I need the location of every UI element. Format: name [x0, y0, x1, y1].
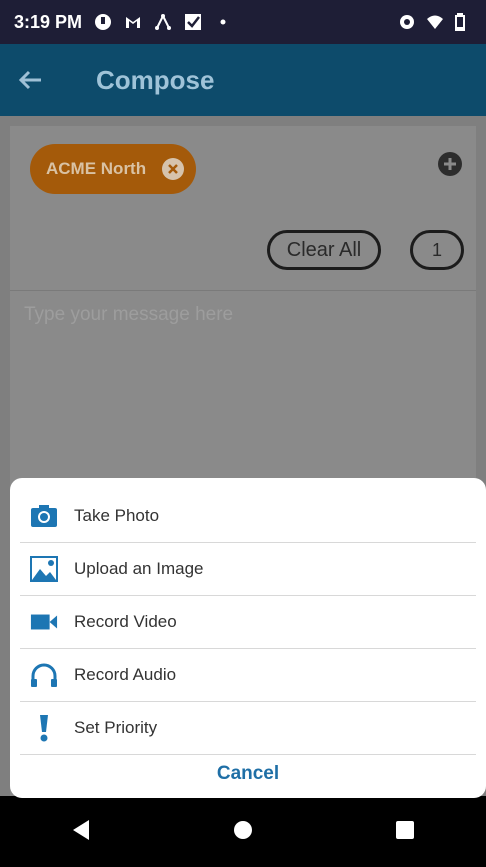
message-input[interactable]: Type your message here — [24, 304, 462, 334]
app-notification-icon — [94, 13, 112, 31]
exclamation-icon — [30, 714, 58, 742]
arrow-left-icon — [18, 70, 41, 90]
image-icon — [30, 555, 58, 583]
status-right — [398, 13, 472, 31]
app-bar: Compose — [0, 44, 486, 116]
headphones-icon — [30, 661, 58, 689]
plus-icon — [444, 158, 456, 170]
video-icon — [30, 608, 58, 636]
set-priority-label: Set Priority — [74, 718, 158, 737]
close-icon — [168, 164, 178, 174]
divider — [10, 290, 476, 291]
wifi-icon — [426, 13, 444, 31]
record-video-label: Record Video — [74, 612, 177, 631]
circle-home-icon — [233, 821, 252, 839]
attachment-action-sheet: Take Photo Upload an Image Record Video … — [10, 478, 486, 798]
nav-back-button[interactable] — [71, 819, 91, 846]
battery-icon — [454, 13, 472, 31]
dot-icon — [214, 13, 232, 31]
take-photo-option[interactable]: Take Photo — [20, 490, 476, 543]
record-video-option[interactable]: Record Video — [20, 596, 476, 649]
remove-recipient-button[interactable] — [162, 158, 184, 180]
square-recents-icon — [396, 821, 415, 839]
upload-image-label: Upload an Image — [74, 559, 204, 578]
upload-image-option[interactable]: Upload an Image — [20, 543, 476, 596]
status-left: 3:19 PM — [14, 12, 232, 33]
data-saver-icon — [398, 13, 416, 31]
add-recipient-button[interactable] — [438, 152, 462, 176]
system-nav-bar — [0, 798, 486, 867]
recipient-chip[interactable]: ACME North — [30, 144, 196, 194]
status-time: 3:19 PM — [14, 11, 83, 32]
nav-recents-button[interactable] — [395, 820, 415, 845]
cancel-button[interactable]: Cancel — [10, 754, 486, 794]
clear-all-button[interactable]: Clear All — [267, 230, 381, 270]
back-button[interactable] — [0, 44, 60, 116]
triangle-back-icon — [72, 820, 89, 840]
camera-icon — [30, 502, 58, 530]
status-bar: 3:19 PM — [0, 0, 486, 44]
gmail-icon — [124, 13, 142, 31]
page-title: Compose — [96, 64, 215, 95]
record-audio-label: Record Audio — [74, 665, 177, 684]
nav-home-button[interactable] — [232, 819, 254, 846]
task-check-icon — [184, 13, 202, 31]
network-icon — [154, 13, 172, 31]
take-photo-label: Take Photo — [74, 506, 160, 525]
record-audio-option[interactable]: Record Audio — [20, 649, 476, 702]
recipient-count-button[interactable]: 1 — [410, 230, 464, 270]
set-priority-option[interactable]: Set Priority — [20, 702, 476, 755]
recipient-chip-label: ACME North — [46, 159, 147, 178]
